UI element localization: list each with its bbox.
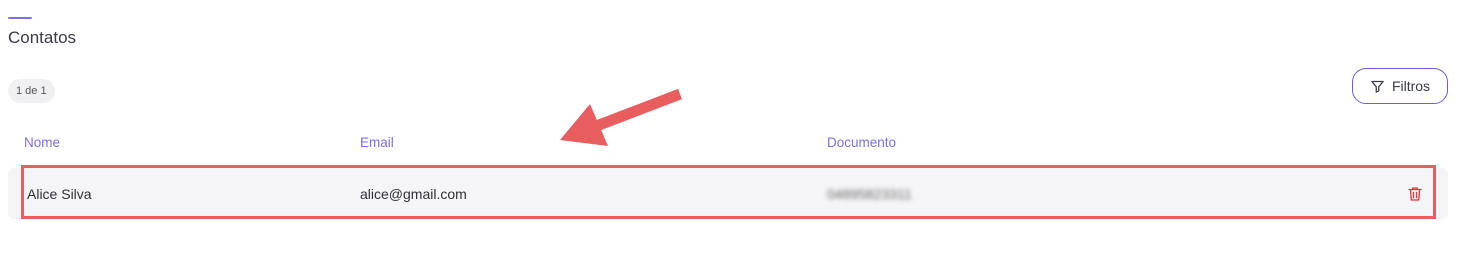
contact-document-cell: 04895823311 <box>827 186 912 202</box>
contacts-page: Contatos 1 de 1 Filtros Nome Email Docum… <box>0 0 1464 259</box>
column-header-nome[interactable]: Nome <box>24 135 60 150</box>
column-header-documento[interactable]: Documento <box>827 135 896 150</box>
contact-name-cell: Alice Silva <box>27 186 92 202</box>
table-row[interactable]: Alice Silva alice@gmail.com 04895823311 <box>8 168 1448 219</box>
contact-email-cell: alice@gmail.com <box>360 186 467 202</box>
column-header-email[interactable]: Email <box>360 135 394 150</box>
arrow-annotation-icon <box>560 88 682 146</box>
trash-icon[interactable] <box>1406 185 1424 203</box>
filters-button[interactable]: Filtros <box>1352 68 1448 104</box>
title-accent-bar <box>8 17 32 19</box>
filters-button-label: Filtros <box>1391 78 1431 94</box>
funnel-icon <box>1370 79 1385 94</box>
pagination-badge: 1 de 1 <box>8 79 55 103</box>
page-title: Contatos <box>8 28 77 47</box>
